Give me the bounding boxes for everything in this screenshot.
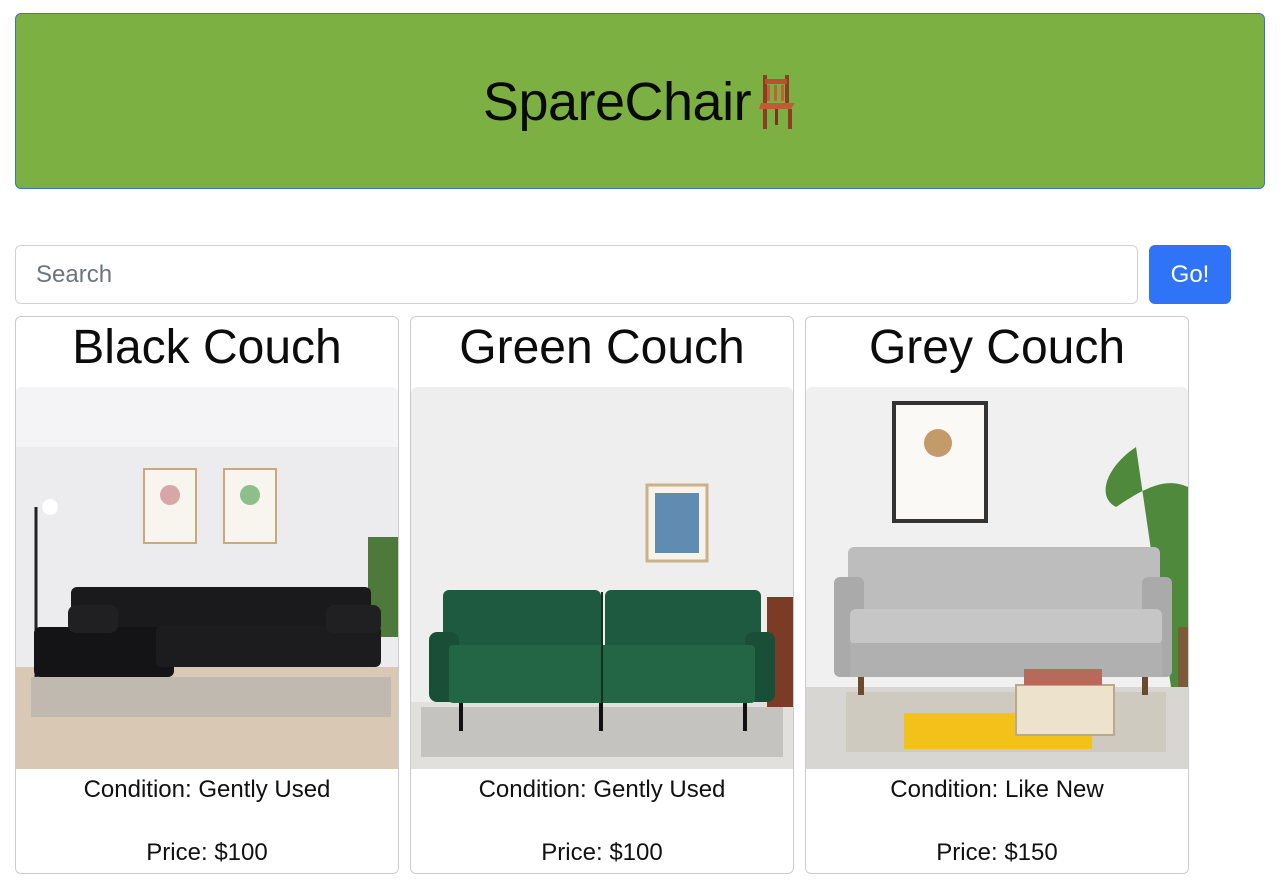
listing-price: Price: $100 (541, 839, 663, 866)
listing-title[interactable]: Black Couch (16, 317, 398, 387)
listing-condition: Condition: Gently Used (83, 776, 331, 803)
listing-card[interactable]: Green Couch Condition: Gently Used Price… (410, 316, 794, 874)
search-input[interactable] (15, 245, 1138, 304)
listing-price: Price: $100 (146, 839, 268, 866)
go-button[interactable]: Go! (1149, 245, 1231, 304)
green-couch-image[interactable] (411, 387, 793, 769)
listing-price: Price: $150 (936, 839, 1058, 866)
listing-card[interactable]: Black Couch Condition: Gently Used Price… (15, 316, 399, 874)
black-couch-image[interactable] (16, 387, 398, 769)
brand-title[interactable]: SpareChair (483, 71, 797, 133)
header-banner: SpareChair (15, 13, 1265, 189)
listing-condition: Condition: Like New (890, 776, 1104, 803)
listing-card[interactable]: Grey Couch Condition: Like New Price: $1… (805, 316, 1189, 874)
listing-title[interactable]: Grey Couch (806, 317, 1188, 387)
chair-icon (759, 75, 796, 129)
listing-title[interactable]: Green Couch (411, 317, 793, 387)
listing-condition: Condition: Gently Used (478, 776, 726, 803)
grey-couch-image[interactable] (806, 387, 1188, 769)
brand-name: SpareChair (482, 72, 752, 132)
